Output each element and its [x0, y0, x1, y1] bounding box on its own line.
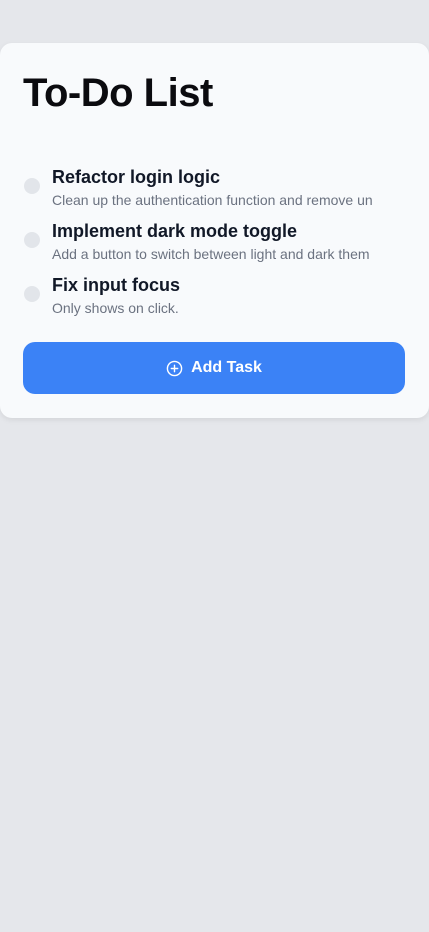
task-item[interactable]: Implement dark mode toggle Add a button … — [23, 219, 413, 273]
plus-circle-icon — [166, 360, 183, 377]
add-task-label: Add Task — [191, 359, 262, 376]
task-checkbox[interactable] — [24, 178, 40, 194]
task-title: Refactor login logic — [52, 167, 221, 187]
task-checkbox[interactable] — [24, 286, 40, 302]
task-title: Implement dark mode toggle — [52, 221, 298, 241]
task-title: Fix input focus — [52, 275, 180, 295]
task-checkbox[interactable] — [24, 232, 40, 248]
add-task-button[interactable]: Add Task — [23, 342, 405, 394]
task-list: Refactor login logic Clean up the authen… — [23, 165, 413, 327]
task-description: Clean up the authentication function and… — [52, 192, 373, 208]
todo-card: To-Do List Refactor login logic Clean up… — [0, 43, 429, 418]
task-description: Only shows on click. — [52, 300, 179, 316]
task-item[interactable]: Refactor login logic Clean up the authen… — [23, 165, 413, 219]
task-description: Add a button to switch between light and… — [52, 246, 370, 262]
page-title: To-Do List — [23, 71, 213, 115]
task-item[interactable]: Fix input focus Only shows on click. — [23, 273, 413, 327]
